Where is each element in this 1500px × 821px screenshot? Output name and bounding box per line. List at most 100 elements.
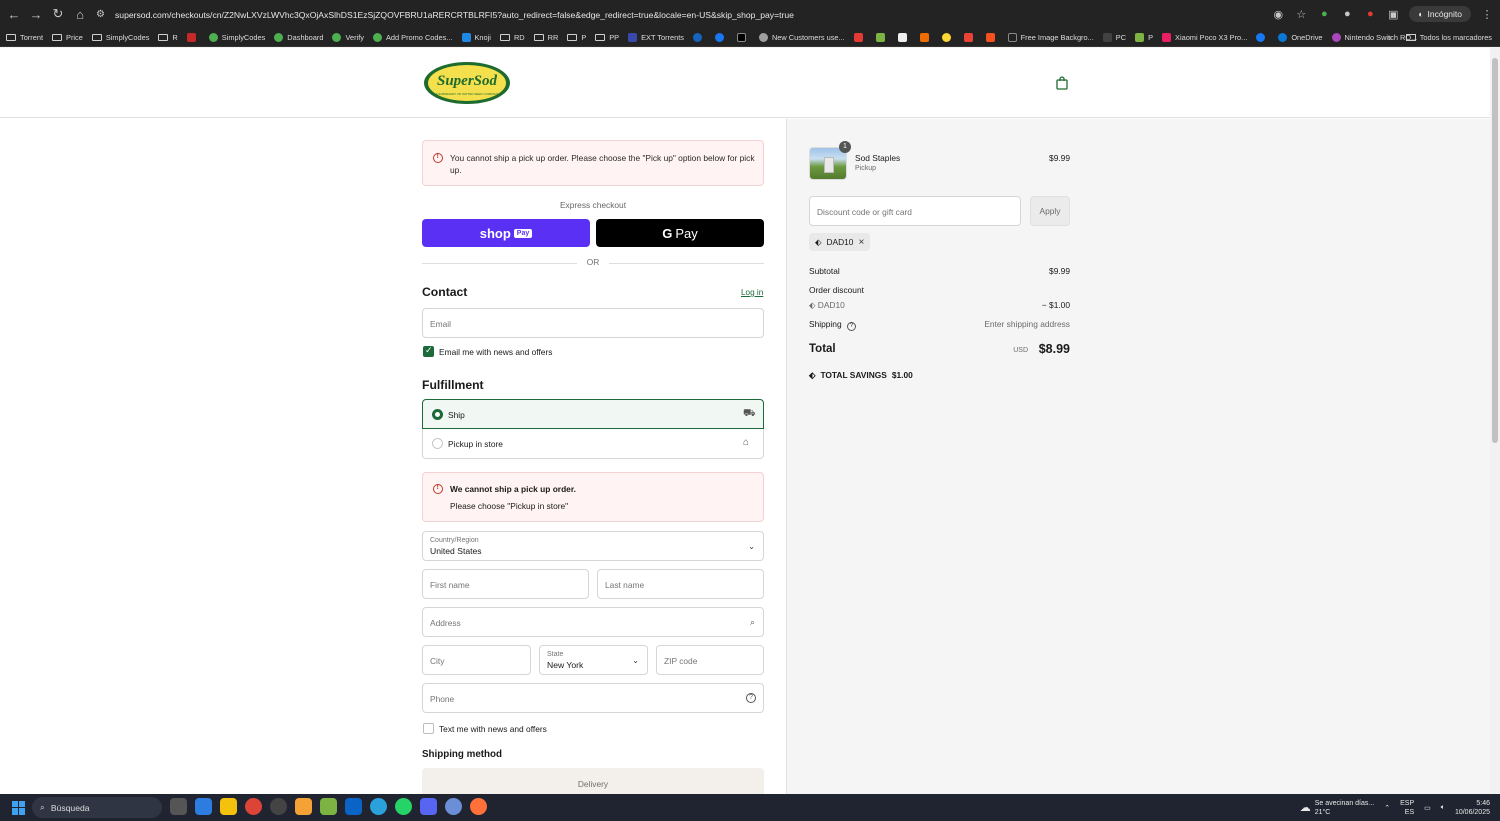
chevron-more-icon[interactable]: » (1388, 33, 1392, 42)
bookmark-item[interactable]: SimplyCodes (91, 33, 149, 42)
first-name-field[interactable]: First name (422, 569, 589, 599)
app-icon[interactable] (445, 798, 462, 815)
email-field[interactable]: Email (422, 308, 764, 338)
ship-option[interactable]: Ship ⛟ (422, 399, 764, 429)
bookmark-item[interactable] (897, 32, 911, 42)
bookmark-item[interactable]: SimplyCodes (208, 32, 265, 42)
email-news-checkbox[interactable] (423, 345, 434, 357)
bookmark-item[interactable]: EXT Torrents (628, 32, 684, 42)
star-icon[interactable]: ☆ (1294, 7, 1308, 21)
taskbar-search-label: Búsqueda (50, 802, 90, 813)
bookmark-item[interactable]: Torrent (6, 33, 43, 42)
chrome-icon[interactable] (245, 798, 262, 815)
shopping-bag-icon[interactable] (1056, 76, 1068, 90)
delivery-option[interactable]: Delivery (422, 768, 764, 794)
firefox-icon[interactable] (470, 798, 487, 815)
bookmark-item[interactable]: P (1135, 32, 1153, 42)
bookmark-item[interactable]: Dashboard (274, 32, 323, 42)
taskbar-search[interactable]: ⌕ Búsqueda (32, 797, 162, 818)
supersod-logo[interactable]: SuperSod A SUBSIDIARY OF PATTEN SEED COM… (422, 60, 512, 106)
google-pay-button[interactable]: G Pay (596, 219, 764, 247)
bookmark-item[interactable]: Verify (332, 32, 364, 42)
network-icon[interactable]: ▭ (1424, 804, 1431, 812)
address-field[interactable]: Address ⌕ (422, 607, 764, 637)
bookmark-item[interactable]: RR (533, 33, 558, 42)
reload-icon[interactable]: ↻ (48, 4, 68, 24)
extension-green-icon[interactable]: ● (1317, 7, 1331, 21)
pickup-option[interactable]: Pickup in store ⌂ (422, 429, 764, 459)
city-field[interactable]: City (422, 645, 531, 675)
bookmark-item[interactable]: Add Promo Codes... (372, 32, 453, 42)
pickup-radio[interactable] (432, 438, 443, 449)
clock[interactable]: 5:46 10/06/2025 (1455, 799, 1490, 817)
bookmark-item[interactable] (875, 32, 889, 42)
bookmark-item[interactable]: PP (595, 33, 619, 42)
scrollbar-thumb[interactable] (1492, 58, 1498, 443)
bookmark-item[interactable] (985, 32, 999, 42)
bookmark-item[interactable] (919, 32, 933, 42)
text-news-checkbox[interactable] (423, 723, 434, 734)
login-link[interactable]: Log in (741, 288, 763, 297)
bookmark-item[interactable]: RD (499, 33, 525, 42)
url-text[interactable]: supersod.com/checkouts/cn/Z2NwLXVzLWVhc3… (115, 10, 794, 20)
page-scrollbar[interactable] (1490, 48, 1500, 794)
discord-icon[interactable] (420, 798, 437, 815)
bookmark-item[interactable] (941, 32, 955, 42)
home-icon[interactable]: ⌂ (70, 4, 90, 24)
app-icon[interactable] (295, 798, 312, 815)
language-indicator[interactable]: ESP ES (1400, 799, 1414, 817)
extensions-puzzle-icon[interactable]: ▣ (1386, 7, 1400, 21)
bookmark-item[interactable] (714, 32, 728, 42)
file-explorer-icon[interactable] (220, 798, 237, 815)
back-icon[interactable]: ← (4, 4, 24, 24)
site-info-icon[interactable]: ⚙ (96, 9, 110, 20)
media-player-icon[interactable] (270, 798, 287, 815)
extension-red-icon[interactable]: ● (1363, 7, 1377, 21)
address-bar[interactable]: ⚙ supersod.com/checkouts/cn/Z2NwLXVzLWVh… (92, 4, 1316, 25)
extension-icon[interactable]: ● (1340, 7, 1354, 21)
phone-field[interactable]: Phone ? (422, 683, 764, 713)
bookmark-item[interactable] (736, 32, 750, 42)
bookmark-item[interactable] (963, 32, 977, 42)
eye-off-icon[interactable]: ◉ (1271, 7, 1285, 21)
bookmark-item[interactable]: P (567, 33, 586, 42)
zip-field[interactable]: ZIP code (656, 645, 764, 675)
forward-icon[interactable]: → (26, 4, 46, 24)
bookmark-item[interactable]: New Customers use... (758, 32, 845, 42)
apply-button[interactable]: Apply (1030, 196, 1070, 226)
help-icon[interactable]: ? (746, 693, 756, 703)
bookmark-item[interactable]: OneDrive (1278, 32, 1323, 42)
help-icon[interactable]: ? (846, 322, 856, 331)
incognito-badge[interactable]: ◐ Incógnito (1409, 6, 1471, 22)
discount-code-input[interactable]: Discount code or gift card (809, 196, 1021, 226)
bookmark-item[interactable] (1256, 32, 1269, 42)
windows-start-icon[interactable] (12, 800, 26, 815)
shop-pay-button[interactable]: shop Pay (422, 219, 590, 247)
telegram-icon[interactable] (370, 798, 387, 815)
volume-icon[interactable]: 🔈︎ (1441, 804, 1445, 812)
weather-widget[interactable]: ☁ Se avecinan días... 21°C (1300, 799, 1375, 817)
menu-icon[interactable]: ⋮ (1480, 7, 1494, 21)
chevron-up-icon[interactable]: ⌃ (1384, 804, 1390, 812)
all-bookmarks-link[interactable]: Todos los marcadores (1420, 33, 1492, 42)
app-icon[interactable] (320, 798, 337, 815)
bookmark-item[interactable]: Knoji (461, 32, 491, 42)
bookmark-item[interactable] (186, 32, 200, 42)
bookmark-item[interactable] (853, 32, 867, 42)
state-select[interactable]: State New York ⌄ (539, 645, 648, 675)
bookmark-item[interactable]: Xiaomi Poco X3 Pro... (1162, 32, 1247, 42)
whatsapp-icon[interactable] (395, 798, 412, 815)
task-view-icon[interactable] (170, 798, 187, 815)
bookmark-item[interactable]: Price (52, 33, 83, 42)
bookmark-item[interactable]: Free Image Backgro... (1007, 32, 1094, 42)
ship-radio[interactable] (432, 409, 443, 420)
fulfillment-heading: Fulfillment (422, 378, 484, 392)
store-icon[interactable] (195, 798, 212, 815)
bookmark-item[interactable]: PC (1102, 32, 1126, 42)
last-name-field[interactable]: Last name (597, 569, 764, 599)
country-select[interactable]: Country/Region United States ⌄ (422, 531, 764, 561)
outlook-icon[interactable] (345, 798, 362, 815)
close-icon[interactable]: × (858, 237, 864, 248)
bookmark-item[interactable]: R (158, 33, 178, 42)
bookmark-item[interactable] (692, 32, 706, 42)
